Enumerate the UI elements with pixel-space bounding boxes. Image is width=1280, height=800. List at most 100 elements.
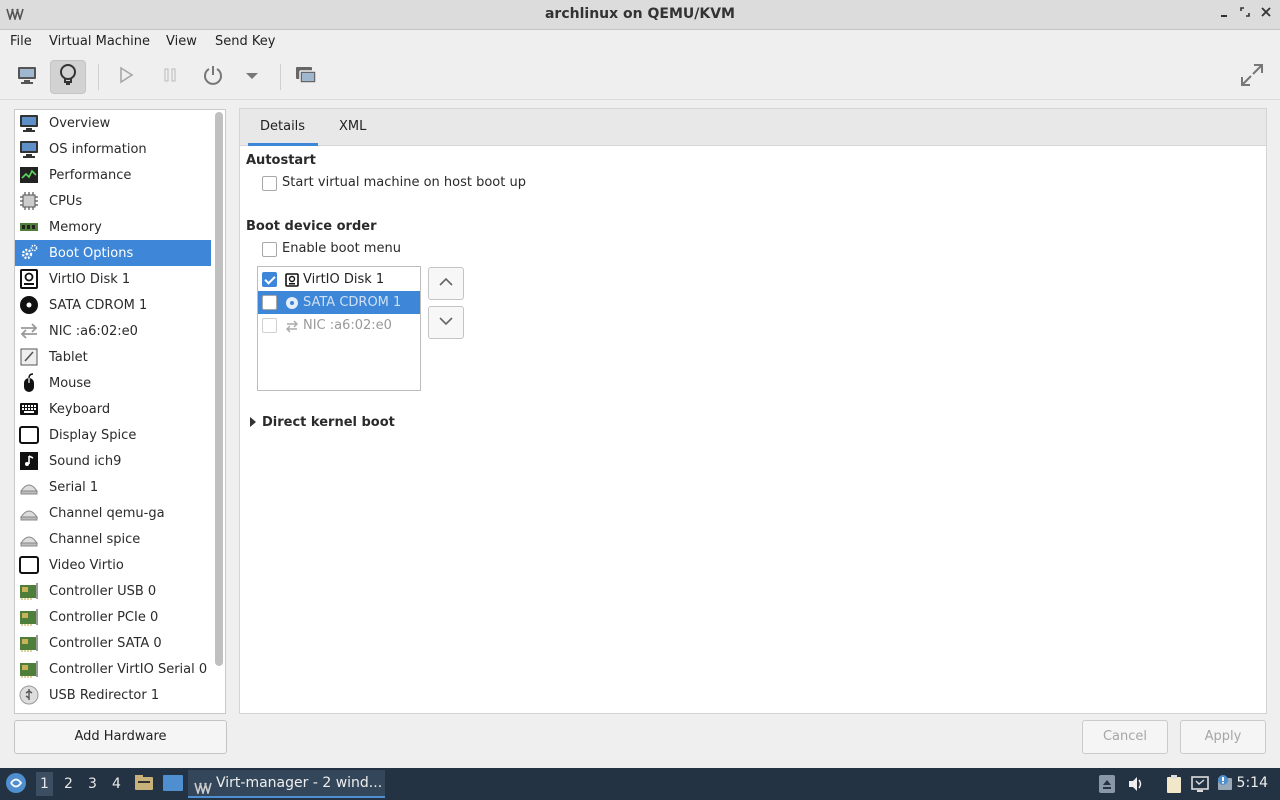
monitor-icon (18, 138, 40, 160)
sidebar-item-display-spice[interactable]: Display Spice (15, 422, 211, 448)
tray-screen-button[interactable] (1190, 774, 1210, 794)
sound-icon (18, 450, 40, 472)
sidebar-item-tablet[interactable]: Tablet (15, 344, 211, 370)
move-up-button[interactable] (428, 267, 464, 300)
cpu-chip-icon (18, 190, 40, 212)
maximize-button[interactable] (1237, 6, 1253, 22)
menu-send-key[interactable]: Send Key (215, 34, 275, 49)
move-down-button[interactable] (428, 306, 464, 339)
apply-button[interactable]: Apply (1180, 720, 1266, 754)
autostart-checkbox-label[interactable]: Start virtual machine on host boot up (282, 175, 526, 190)
display-icon (18, 424, 40, 446)
sidebar-item-cpus[interactable]: CPUs (15, 188, 211, 214)
controller-card-icon (18, 580, 40, 602)
menu-view[interactable]: View (166, 34, 197, 49)
app-menu-button[interactable] (5, 772, 27, 794)
window-title: archlinux on QEMU/KVM (544, 6, 735, 22)
sidebar-item-mouse[interactable]: Mouse (15, 370, 211, 396)
minimize-button[interactable] (1216, 6, 1232, 22)
tray-volume-button[interactable] (1126, 774, 1146, 794)
details-view-button[interactable] (50, 60, 86, 94)
power-icon (202, 64, 224, 90)
tray-eject-button[interactable] (1098, 774, 1118, 794)
workspace-2[interactable]: 2 (64, 776, 73, 792)
sidebar-item-label: Performance (49, 167, 132, 183)
boot-device-row[interactable]: SATA CDROM 1 (258, 291, 420, 314)
menubar: File Virtual Machine View Send Key (0, 30, 1280, 54)
boot-device-row[interactable]: VirtIO Disk 1 (258, 268, 420, 291)
show-desktop-button[interactable] (162, 773, 184, 793)
sidebar-item-sound-ich9[interactable]: Sound ich9 (15, 448, 211, 474)
sidebar-item-channel-qemu-ga[interactable]: Channel qemu-ga (15, 500, 211, 526)
sidebar-item-video-virtio[interactable]: Video Virtio (15, 552, 211, 578)
sidebar-item-sata-cdrom-1[interactable]: SATA CDROM 1 (15, 292, 211, 318)
boot-device-row[interactable]: NIC :a6:02:e0 (258, 314, 420, 337)
sidebar-item-label: OS information (49, 141, 147, 157)
enable-boot-menu-label[interactable]: Enable boot menu (282, 241, 401, 256)
app-menu-icon (5, 773, 27, 798)
lightbulb-icon (58, 63, 78, 91)
sidebar-item-controller-virtio-serial-0[interactable]: Controller VirtIO Serial 0 (15, 656, 211, 682)
network-arrows-icon (285, 319, 299, 333)
boot-device-checkbox[interactable] (262, 272, 277, 287)
performance-graph-icon (18, 164, 40, 186)
channel-icon (18, 502, 40, 524)
gear-icon (18, 242, 40, 264)
workspace-4[interactable]: 4 (112, 776, 121, 792)
close-window-button[interactable] (1258, 6, 1274, 22)
sidebar-item-serial-1[interactable]: Serial 1 (15, 474, 211, 500)
console-view-button[interactable] (9, 60, 45, 94)
sidebar-item-nic-a6-02-e0[interactable]: NIC :a6:02:e0 (15, 318, 211, 344)
disk-icon (285, 272, 299, 287)
details-panel: Details XML Autostart Start virtual mach… (239, 108, 1267, 714)
sidebar-item-os-information[interactable]: OS information (15, 136, 211, 162)
direct-kernel-boot-label: Direct kernel boot (262, 415, 395, 430)
sidebar-item-label: Boot Options (49, 245, 134, 261)
workspace-3[interactable]: 3 (88, 776, 97, 792)
pause-icon (162, 67, 178, 87)
sidebar-item-usb-redirector-1[interactable]: USB Redirector 1 (15, 682, 211, 708)
run-button[interactable] (108, 60, 144, 94)
tray-notification-button[interactable] (1215, 774, 1235, 794)
menu-virtual-machine[interactable]: Virtual Machine (49, 34, 150, 49)
shutdown-button[interactable] (195, 60, 231, 94)
tab-bar: Details XML (240, 109, 1266, 146)
workspace-1[interactable]: 1 (36, 772, 53, 796)
sidebar-item-label: Channel spice (49, 531, 141, 547)
sidebar-item-channel-spice[interactable]: Channel spice (15, 526, 211, 552)
boot-device-checkbox[interactable] (262, 318, 277, 333)
sidebar-item-virtio-disk-1[interactable]: VirtIO Disk 1 (15, 266, 211, 292)
tab-details[interactable]: Details (260, 119, 305, 134)
file-manager-launcher[interactable] (134, 773, 154, 793)
task-label: Virt-manager - 2 wind... (216, 775, 383, 791)
cancel-button[interactable]: Cancel (1082, 720, 1168, 754)
volume-icon (1126, 777, 1146, 798)
sidebar-item-memory[interactable]: Memory (15, 214, 211, 240)
mouse-icon (18, 372, 40, 394)
fullscreen-button[interactable] (1234, 60, 1270, 94)
eject-icon (1098, 775, 1116, 798)
tab-xml[interactable]: XML (339, 119, 366, 134)
snapshots-button[interactable] (288, 60, 324, 94)
pause-button[interactable] (152, 60, 188, 94)
add-hardware-button[interactable]: Add Hardware (14, 720, 227, 754)
enable-boot-menu-checkbox[interactable] (262, 242, 277, 257)
sidebar-item-label: Serial 1 (49, 479, 99, 495)
menu-file[interactable]: File (10, 34, 32, 49)
sidebar-item-controller-sata-0[interactable]: Controller SATA 0 (15, 630, 211, 656)
sidebar-item-controller-usb-0[interactable]: Controller USB 0 (15, 578, 211, 604)
taskbar-task-virt-manager[interactable]: Virt-manager - 2 wind... (188, 770, 385, 798)
main-area: Overview OS information Performance CPUs Mem… (0, 100, 1280, 768)
sidebar-item-controller-pcie-0[interactable]: Controller PCIe 0 (15, 604, 211, 630)
shutdown-menu-button[interactable] (234, 60, 270, 94)
tray-clipboard-button[interactable] (1164, 774, 1184, 794)
autostart-checkbox[interactable] (262, 176, 277, 191)
boot-device-list: VirtIO Disk 1 SATA CDROM 1 NIC :a6:02:e0 (257, 266, 421, 391)
direct-kernel-boot-expander[interactable]: Direct kernel boot (250, 415, 395, 430)
sidebar-item-boot-options[interactable]: Boot Options (15, 240, 211, 266)
sidebar-item-keyboard[interactable]: Keyboard (15, 396, 211, 422)
sidebar-item-performance[interactable]: Performance (15, 162, 211, 188)
sidebar-item-overview[interactable]: Overview (15, 110, 211, 136)
hardware-list-scrollbar[interactable] (215, 112, 223, 666)
boot-device-checkbox[interactable] (262, 295, 277, 310)
